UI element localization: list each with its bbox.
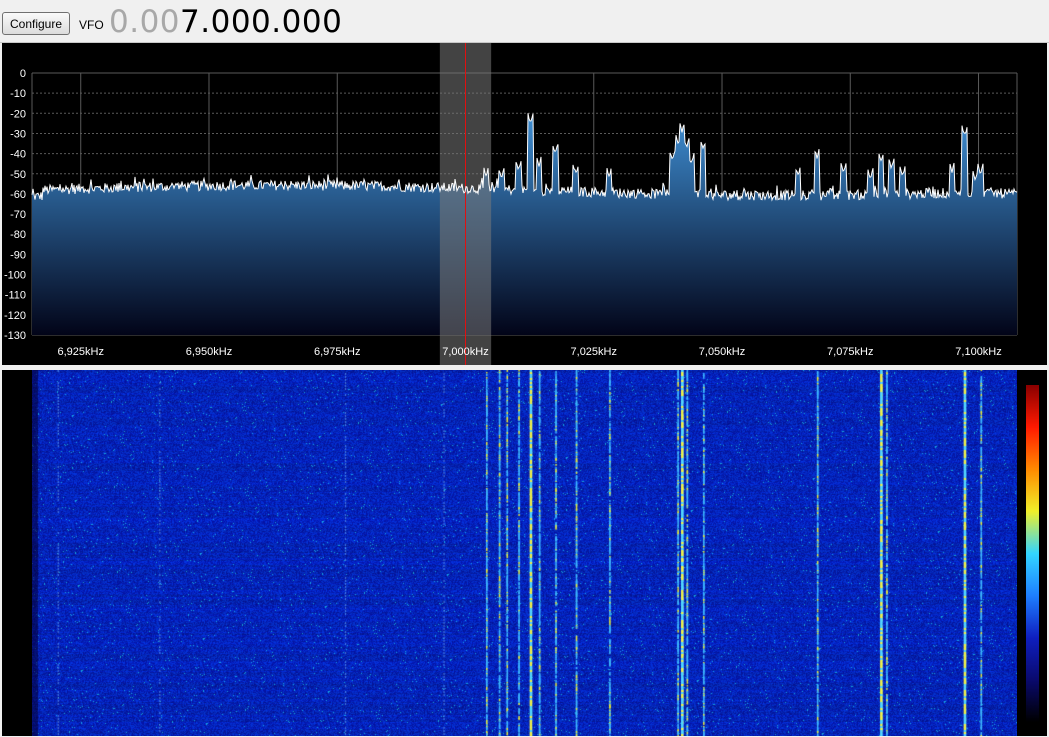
y-tick-label: 0 — [20, 68, 26, 80]
vfo-leading-zeros: 0.00 — [109, 4, 181, 40]
y-tick-label: -50 — [10, 169, 26, 181]
y-tick-label: -100 — [4, 270, 26, 282]
y-tick-label: -80 — [10, 229, 26, 241]
y-tick-label: -120 — [4, 310, 26, 322]
y-tick-label: -60 — [10, 189, 26, 201]
x-tick-label: 7,075kHz — [827, 346, 873, 358]
x-tick-label: 7,050kHz — [699, 346, 745, 358]
spectrum-analyzer[interactable]: 0 -10 -20 -30 -40 -50 -60 -70 -80 -90 -100 -110 -120… — [2, 43, 1047, 365]
y-tick-label: -130 — [4, 330, 26, 342]
y-tick-label: -90 — [10, 249, 26, 261]
vfo-label: VFO — [79, 18, 104, 32]
configure-button[interactable]: Configure — [2, 12, 70, 35]
x-tick-label: 6,975kHz — [314, 346, 360, 358]
x-tick-label: 7,100kHz — [955, 346, 1001, 358]
spectrum-fill — [32, 113, 1017, 335]
vfo-frequency-display[interactable]: 0.007.000.000 — [109, 4, 342, 40]
x-tick-label: 7,025kHz — [571, 346, 617, 358]
y-tick-label: -20 — [10, 108, 26, 120]
spectrum-plot[interactable]: 0 -10 -20 -30 -40 -50 -60 -70 -80 -90 -100 -110 -120… — [2, 43, 1047, 365]
x-tick-label: 7,000kHz — [442, 346, 488, 358]
y-tick-label: -40 — [10, 149, 26, 161]
x-tick-label: 6,950kHz — [186, 346, 232, 358]
waterfall-color-scale — [1026, 385, 1039, 722]
waterfall-canvas[interactable] — [32, 370, 1017, 736]
waterfall-display[interactable] — [2, 370, 1047, 736]
y-tick-label: -70 — [10, 209, 26, 221]
y-tick-label: -30 — [10, 128, 26, 140]
vfo-frequency-value: 7.000.000 — [180, 4, 343, 40]
x-tick-label: 6,925kHz — [57, 346, 103, 358]
toolbar: Configure VFO 0.007.000.000 — [0, 0, 1049, 43]
y-tick-label: -110 — [5, 290, 26, 302]
y-tick-label: -10 — [10, 88, 26, 100]
